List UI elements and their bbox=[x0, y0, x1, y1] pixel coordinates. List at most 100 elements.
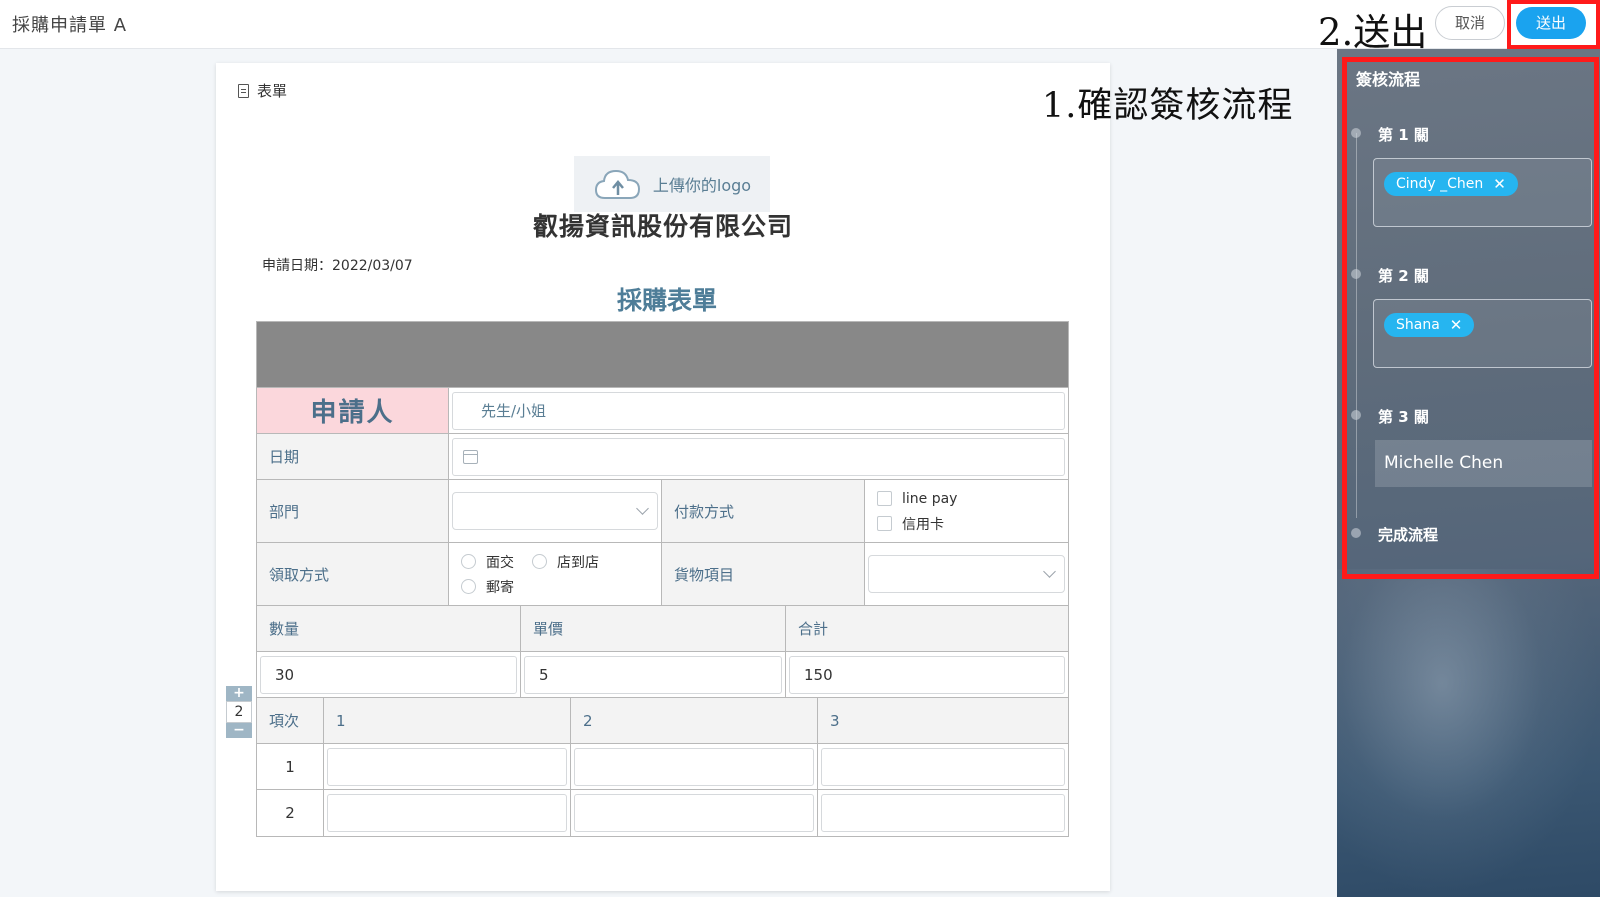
flow-timeline-line bbox=[1356, 133, 1357, 518]
date-cell bbox=[449, 434, 1068, 479]
page-title: 採購申請單 A bbox=[12, 15, 128, 36]
item-label: 項次 bbox=[257, 698, 324, 743]
item-input[interactable] bbox=[821, 794, 1065, 832]
approver-chip-label: Cindy _Chen bbox=[1396, 176, 1484, 192]
logo-upload-label: 上傳你的logo bbox=[652, 176, 752, 195]
stage-approver-box[interactable]: Shana ✕ bbox=[1373, 299, 1592, 368]
pickup-option-label: 店到店 bbox=[557, 554, 599, 571]
item-row-number: 2 bbox=[257, 790, 324, 836]
payment-option-label: 信用卡 bbox=[902, 516, 944, 533]
stepper-minus-button[interactable]: − bbox=[226, 723, 252, 738]
applicant-cell: 先生/小姐 bbox=[449, 388, 1068, 433]
item-cell bbox=[818, 790, 1068, 836]
table-row: 領取方式 面交 店到店 郵寄 貨物項目 bbox=[257, 543, 1068, 606]
stepper-value[interactable]: 2 bbox=[226, 701, 252, 723]
document-icon bbox=[238, 83, 249, 98]
goods-label: 貨物項目 bbox=[662, 543, 865, 605]
pickup-option-meet[interactable]: 面交 bbox=[461, 549, 514, 574]
chevron-down-icon bbox=[1043, 565, 1056, 578]
total-label: 合計 bbox=[786, 606, 1068, 651]
item-input[interactable] bbox=[574, 794, 814, 832]
item-cell bbox=[818, 744, 1068, 789]
step1-annotation: 1.確認簽核流程 bbox=[1042, 86, 1294, 126]
company-name: 叡揚資訊股份有限公司 bbox=[532, 212, 793, 241]
form-table: 申請人 先生/小姐 日期 部門 付款方式 line pay 信用卡 領取方式 面… bbox=[256, 321, 1069, 837]
payment-label: 付款方式 bbox=[662, 480, 865, 542]
form-tab[interactable]: 表單 bbox=[238, 80, 287, 101]
price-input[interactable]: 5 bbox=[524, 655, 782, 694]
pickup-cell: 面交 店到店 郵寄 bbox=[449, 543, 662, 605]
send-button[interactable]: 送出 bbox=[1516, 7, 1586, 39]
step2-annotation: 2.送出 bbox=[1318, 11, 1428, 54]
dept-select[interactable] bbox=[452, 492, 658, 530]
stage-dot bbox=[1351, 410, 1361, 420]
apply-date: 申請日期：2022/03/07 bbox=[262, 258, 413, 274]
total-input[interactable]: 150 bbox=[789, 655, 1065, 694]
qty-label: 數量 bbox=[257, 606, 521, 651]
flow-title: 簽核流程 bbox=[1356, 70, 1421, 89]
payment-option-creditcard[interactable]: 信用卡 bbox=[877, 511, 944, 536]
item-column-header: 1 bbox=[324, 698, 571, 743]
payment-cell: line pay 信用卡 bbox=[865, 480, 1068, 542]
table-row: 日期 bbox=[257, 434, 1068, 480]
stage-dot bbox=[1351, 269, 1361, 279]
approver-chip: Cindy _Chen ✕ bbox=[1384, 172, 1518, 196]
form-title: 採購表單 bbox=[616, 286, 717, 315]
table-row: 項次 1 2 3 bbox=[257, 698, 1068, 744]
radio-button[interactable] bbox=[461, 579, 476, 594]
goods-select[interactable] bbox=[868, 555, 1065, 593]
close-icon[interactable]: ✕ bbox=[1450, 313, 1463, 337]
applicant-input[interactable]: 先生/小姐 bbox=[452, 391, 1065, 430]
item-cell bbox=[324, 790, 571, 836]
table-row: 2 bbox=[257, 790, 1068, 836]
row-stepper: + 2 − bbox=[226, 686, 252, 738]
stage-approver-box[interactable]: Cindy _Chen ✕ bbox=[1373, 158, 1592, 227]
item-input[interactable] bbox=[327, 794, 567, 832]
goods-cell bbox=[865, 543, 1068, 605]
dept-label: 部門 bbox=[257, 480, 449, 542]
table-row: 數量 單價 合計 bbox=[257, 606, 1068, 652]
item-input[interactable] bbox=[327, 747, 567, 786]
item-column-header: 2 bbox=[571, 698, 818, 743]
cancel-button[interactable]: 取消 bbox=[1435, 6, 1505, 40]
qty-cell: 30 bbox=[257, 652, 521, 697]
stepper-plus-button[interactable]: + bbox=[226, 686, 252, 701]
table-row: 部門 付款方式 line pay 信用卡 bbox=[257, 480, 1068, 543]
item-input[interactable] bbox=[821, 747, 1065, 786]
form-paper: 表單 1.確認簽核流程 上傳你的logo 叡揚資訊股份有限公司 申請日期：202… bbox=[216, 63, 1292, 891]
stage-dot bbox=[1351, 128, 1361, 138]
close-icon[interactable]: ✕ bbox=[1493, 172, 1506, 196]
item-input[interactable] bbox=[574, 747, 814, 786]
stage-label: 第 2 關 bbox=[1378, 267, 1429, 285]
pickup-option-store[interactable]: 店到店 bbox=[532, 549, 599, 574]
pickup-option-label: 郵寄 bbox=[486, 579, 514, 596]
radio-button[interactable] bbox=[532, 554, 547, 569]
panel-background-glow bbox=[1337, 569, 1600, 897]
qty-input[interactable]: 30 bbox=[260, 655, 517, 694]
item-column-header: 3 bbox=[818, 698, 1068, 743]
calendar-icon bbox=[463, 449, 478, 464]
radio-button[interactable] bbox=[461, 554, 476, 569]
stage-dot bbox=[1351, 528, 1361, 538]
stage-label: 第 1 關 bbox=[1378, 126, 1429, 144]
checkbox[interactable] bbox=[877, 516, 892, 531]
flow-done-label: 完成流程 bbox=[1378, 526, 1439, 544]
item-cell bbox=[324, 744, 571, 789]
item-cell bbox=[571, 790, 818, 836]
checkbox[interactable] bbox=[877, 491, 892, 506]
pickup-option-mail[interactable]: 郵寄 bbox=[461, 574, 514, 599]
approver-chip: Shana ✕ bbox=[1384, 313, 1475, 337]
table-header-band bbox=[257, 322, 1068, 388]
item-cell bbox=[571, 744, 818, 789]
price-cell: 5 bbox=[521, 652, 786, 697]
stage-approver-fixed: Michelle Chen bbox=[1375, 440, 1592, 487]
form-tab-label: 表單 bbox=[257, 82, 288, 100]
applicant-label: 申請人 bbox=[257, 388, 449, 433]
logo-upload[interactable]: 上傳你的logo bbox=[574, 156, 770, 212]
pickup-label: 領取方式 bbox=[257, 543, 449, 605]
table-row: 30 5 150 bbox=[257, 652, 1068, 698]
date-input[interactable] bbox=[452, 437, 1065, 476]
total-cell: 150 bbox=[786, 652, 1068, 697]
payment-option-linepay[interactable]: line pay bbox=[877, 486, 957, 511]
date-label: 日期 bbox=[257, 434, 449, 479]
